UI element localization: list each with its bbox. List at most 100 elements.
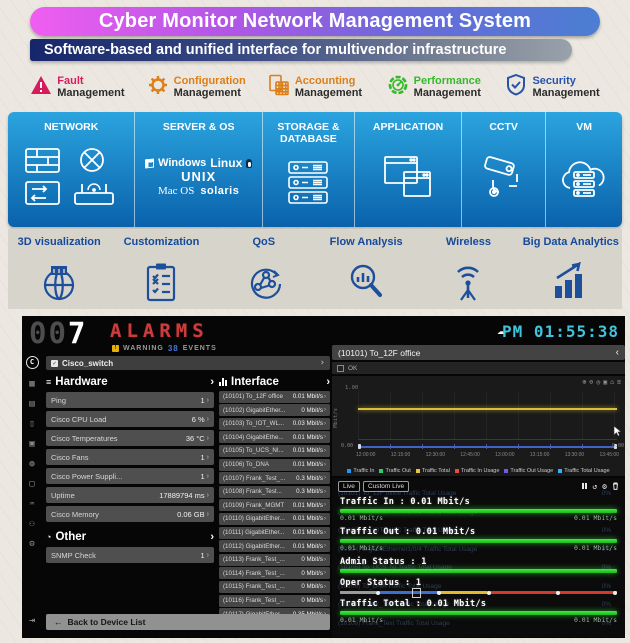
logout-icon[interactable]: ⇥ [22,615,42,626]
y-axis-max-label: 1.00 [345,385,359,391]
chart-toolbar-icon[interactable]: ⊕ [582,378,586,386]
rail-icon[interactable]: ⚇ [22,519,42,529]
chart-toolbar-icon[interactable]: ▣ [603,378,607,386]
rail-icon[interactable]: ⚙ [22,539,42,549]
interface-value: 0.01 Mbit/s [292,542,323,550]
category-vm: VM [546,112,622,227]
sensor-value: 1 [200,550,205,560]
chart-toolbar-icon[interactable]: ≡ [617,378,621,386]
legend-item[interactable]: Traffic Out [379,468,411,474]
legend-item[interactable]: Traffic Total Usage [558,468,610,474]
rail-icon[interactable]: ▣ [22,439,42,449]
feature-rest: Management [413,87,481,99]
interface-row[interactable]: (10107) Frank_Test_... 0.3 Mbit/s › [219,472,330,485]
chevron-right-icon: › [324,556,326,563]
pause-icon[interactable] [582,482,588,491]
interface-row[interactable]: (10113) Frank_Test_... 0 Mbit/s › [219,553,330,566]
checkbox-checked-icon[interactable]: ✓ [51,359,58,367]
chevron-right-icon: › [324,420,326,427]
back-to-device-list-button[interactable]: ← Back to Device List [46,614,330,630]
chevron-right-icon: › [324,570,326,577]
interface-row[interactable]: (10112) GigabitEther... 0.01 Mbit/s › [219,540,330,553]
plot-area[interactable] [358,391,617,440]
back-button-label: Back to Device List [67,617,146,627]
legend-item[interactable]: Traffic In [347,468,374,474]
sensor-label: Ping [51,395,67,405]
history-icon[interactable]: ↺ [592,482,597,491]
sensor-value: 36 °C [185,433,205,443]
legend-swatch [415,469,420,473]
interface-row[interactable]: (10115) Frank_Test_... 0 Mbit/s › [219,580,330,593]
detail-header[interactable]: (10101) To_12F office ‹ [332,345,625,360]
scale-dot [613,590,617,595]
slider-handle-left[interactable] [358,444,361,449]
rail-icon[interactable]: ▯ [22,419,42,429]
interface-row[interactable]: (10103) To_IOT_WL... 0.03 Mbit/s › [219,417,330,430]
rail-icon[interactable]: ▢ [22,479,42,489]
sensor-value: 1 [200,471,205,481]
feature-name: Fault [57,75,84,87]
x-tick-label: 12:30:00 [425,452,446,458]
other-header[interactable]: ◔ Other › [46,529,214,544]
sensor-label: Cisco CPU Load [51,414,107,424]
rail-icon[interactable]: ♒ [22,499,42,509]
time-range-slider[interactable] [358,444,617,449]
chart-toolbar-icon[interactable]: ⌂ [610,378,614,386]
oper-status-handle[interactable] [412,588,422,598]
oper-status-scale [340,588,617,598]
chevron-right-icon: › [206,453,209,461]
interface-row[interactable]: (10111) GigabitEther... 0.01 Mbit/s › [219,526,330,539]
interface-row[interactable]: (10110) GigabitEther... 0.01 Mbit/s › [219,512,330,525]
sensor-row[interactable]: SNMP Check 1 › [46,547,214,563]
chevron-left-icon[interactable]: ‹ [616,347,619,358]
interface-row[interactable]: (10106) To_DNA 0.01 Mbit/s › [219,458,330,471]
interface-row[interactable]: (10105) To_UCS_NI... 0.01 Mbit/s › [219,444,330,457]
rail-icon[interactable]: ◍ [22,459,42,469]
sensor-row[interactable]: Ping 1 › [46,392,214,408]
metric-label: Admin Status : 1 [340,557,427,567]
rail-icon[interactable]: ▦ [22,379,42,389]
traffic-chart: ⊕ ⊖ ◎ ▣ ⌂ ≡ 1.00 Mbit/s 0.00 0.00 12:00:00 12:… [332,376,625,476]
x-tick-label: 12:15:00 [390,452,411,458]
interface-title: Interface [231,375,279,388]
status-checkbox[interactable] [337,364,344,372]
chart-toolbar-icon[interactable]: ◎ [596,378,600,386]
trash-icon[interactable] [612,482,619,492]
interface-label: (10107) Frank_Test_... [223,474,285,482]
legend-item[interactable]: Traffic Total [415,468,450,474]
legend-item[interactable]: Traffic In Usage [454,468,499,474]
interface-row[interactable]: (10101) To_12F office 0.01 Mbit/s › [219,390,330,403]
legend-label: Traffic Out [385,468,411,474]
sensor-row[interactable]: Cisco CPU Load 6 % › [46,411,214,427]
device-selector[interactable]: ✓ Cisco_switch › [46,356,330,370]
chart-toolbar-icon[interactable]: ⊖ [589,378,593,386]
interface-header[interactable]: Interface › [219,374,330,389]
interface-row[interactable]: (10109) Frank_MGMT 0.01 Mbit/s › [219,499,330,512]
app-logo[interactable]: C [25,356,39,369]
interface-row[interactable]: (10108) Frank_Test... 0.3 Mbit/s › [219,485,330,498]
interface-row[interactable]: (10116) Frank_Test_... 0 Mbit/s › [219,594,330,607]
feature-name: Security [532,75,576,87]
sensor-row[interactable]: Cisco Power Suppli... 1 › [46,468,214,484]
legend-item[interactable]: Traffic Out Usage [504,468,553,474]
hardware-header[interactable]: ≡ Hardware › [46,374,214,389]
status-row: OK [332,362,625,374]
interface-value: 0.01 Mbit/s [292,461,323,469]
scale-dot [486,590,491,595]
capability-strip: 3D visualization Customization QoS Flow … [8,229,622,309]
feature-name: Accounting [294,75,356,87]
rail-icon[interactable]: ▤ [22,399,42,409]
interface-row[interactable]: (10114) Frank_Test_... 0 Mbit/s › [219,567,330,580]
chevron-right-icon: › [324,488,326,495]
custom-live-button[interactable]: Custom Live [362,481,410,492]
interface-row[interactable]: (10102) GigabitEther... 0 Mbit/s › [219,404,330,417]
sensor-row[interactable]: Cisco Temperatures 36 °C › [46,430,214,446]
counter-lit-digit: 7 [67,316,88,350]
x-tick-label: 13:15:00 [529,452,550,458]
interface-row[interactable]: (10104) GigabitEthe... 0.01 Mbit/s › [219,431,330,444]
live-button[interactable]: Live [338,481,360,492]
gear-icon[interactable]: ⚙ [602,482,607,491]
sensor-row[interactable]: Uptime 17889794 ms › [46,487,214,503]
sensor-row[interactable]: Cisco Fans 1 › [46,449,214,465]
sensor-row[interactable]: Cisco Memory 0.06 GB › [46,506,214,522]
